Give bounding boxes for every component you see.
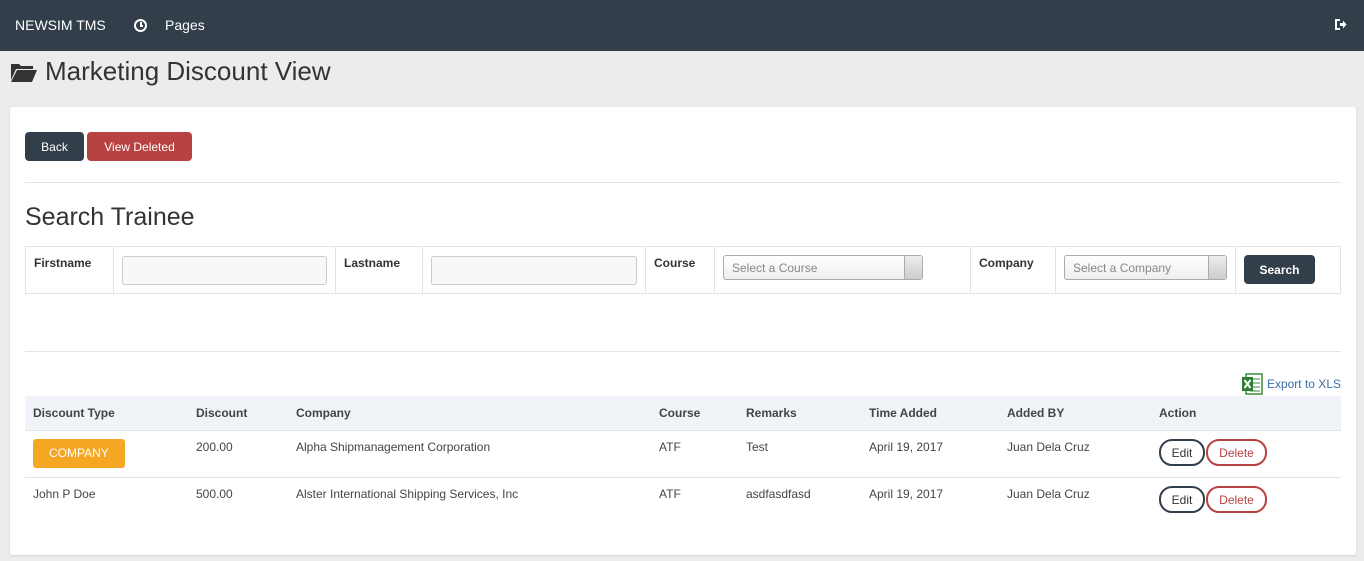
- search-section-title: Search Trainee: [25, 203, 195, 231]
- back-button[interactable]: Back: [25, 132, 84, 161]
- nav-pages-label: Pages: [165, 17, 205, 33]
- course-label-cell: Course: [646, 247, 715, 293]
- search-button-cell: Search: [1236, 247, 1340, 293]
- company-cell: Alster International Shipping Services, …: [288, 476, 651, 524]
- firstname-label: Firstname: [34, 256, 92, 270]
- firstname-label-cell: Firstname: [26, 247, 114, 293]
- course-label: Course: [654, 256, 696, 270]
- table-header-row: Discount Type Discount Company Course Re…: [25, 396, 1341, 430]
- excel-icon: [1241, 373, 1263, 395]
- added-by-cell: Juan Dela Cruz: [999, 476, 1151, 524]
- export-xls-label: Export to XLS: [1266, 377, 1341, 391]
- column-header: Course: [651, 396, 738, 430]
- action-cell: Edit Delete: [1151, 429, 1341, 477]
- column-header: Action: [1151, 396, 1341, 430]
- brand-name[interactable]: NEWSIM TMS: [15, 17, 106, 33]
- company-label: Company: [979, 256, 1034, 270]
- time-added-cell: April 19, 2017: [861, 476, 999, 524]
- firstname-input[interactable]: [122, 256, 327, 285]
- delete-button[interactable]: Delete: [1206, 485, 1267, 513]
- lastname-label: Lastname: [344, 256, 401, 270]
- column-header: Remarks: [738, 396, 861, 430]
- search-form: Firstname Lastname Course Select a Cours…: [25, 246, 1341, 294]
- lastname-label-cell: Lastname: [336, 247, 423, 293]
- course-select-cell: Select a Course: [715, 247, 971, 293]
- discount-table: Discount Type Discount Company Course Re…: [25, 396, 1341, 524]
- company-select-placeholder: Select a Company: [1073, 260, 1172, 275]
- search-button[interactable]: Search: [1244, 255, 1315, 284]
- edit-button[interactable]: Edit: [1159, 485, 1205, 513]
- course-select[interactable]: Select a Course: [723, 255, 923, 280]
- sign-out-icon[interactable]: [1334, 18, 1347, 31]
- company-select-arrow-icon: [1208, 256, 1226, 279]
- folder-open-icon: [11, 63, 37, 82]
- column-header: Discount Type: [25, 396, 188, 430]
- table-row: John P Doe 500.00 Alster International S…: [25, 476, 1341, 524]
- lastname-input[interactable]: [431, 256, 637, 285]
- company-label-cell: Company: [971, 247, 1056, 293]
- divider: [25, 182, 1341, 183]
- company-select[interactable]: Select a Company: [1064, 255, 1227, 280]
- remarks-cell: Test: [738, 429, 861, 477]
- time-added-cell: April 19, 2017: [861, 429, 999, 477]
- view-deleted-button[interactable]: View Deleted: [87, 132, 192, 161]
- divider: [25, 351, 1341, 352]
- discount-type-cell: COMPANY: [25, 429, 188, 477]
- course-cell: ATF: [651, 476, 738, 524]
- action-cell: Edit Delete: [1151, 476, 1341, 524]
- column-header: Time Added: [861, 396, 999, 430]
- page-header: Marketing Discount View: [10, 56, 331, 87]
- course-select-placeholder: Select a Course: [732, 260, 818, 275]
- edit-button[interactable]: Edit: [1159, 438, 1205, 466]
- nav-pages-menu[interactable]: Pages: [134, 17, 205, 33]
- firstname-input-cell: [114, 247, 336, 293]
- table-row: COMPANY 200.00 Alpha Shipmanagement Corp…: [25, 429, 1341, 477]
- delete-button[interactable]: Delete: [1206, 438, 1267, 466]
- page-title: Marketing Discount View: [45, 56, 331, 86]
- course-select-arrow-icon: [904, 256, 922, 279]
- column-header: Company: [288, 396, 651, 430]
- course-cell: ATF: [651, 429, 738, 477]
- company-badge: COMPANY: [33, 438, 125, 468]
- column-header: Added BY: [999, 396, 1151, 430]
- lastname-input-cell: [423, 247, 646, 293]
- company-cell: Alpha Shipmanagement Corporation: [288, 429, 651, 477]
- added-by-cell: Juan Dela Cruz: [999, 429, 1151, 477]
- clock-icon: [134, 18, 147, 32]
- discount-cell: 200.00: [188, 429, 288, 477]
- remarks-cell: asdfasdfasd: [738, 476, 861, 524]
- export-xls-link[interactable]: Export to XLS: [1241, 372, 1341, 396]
- main-panel: Back View Deleted Search Trainee Firstna…: [10, 107, 1356, 555]
- top-navbar: NEWSIM TMS Pages: [0, 0, 1364, 51]
- company-select-cell: Select a Company: [1056, 247, 1236, 293]
- discount-cell: 500.00: [188, 476, 288, 524]
- column-header: Discount: [188, 396, 288, 430]
- discount-type-cell: John P Doe: [25, 476, 188, 524]
